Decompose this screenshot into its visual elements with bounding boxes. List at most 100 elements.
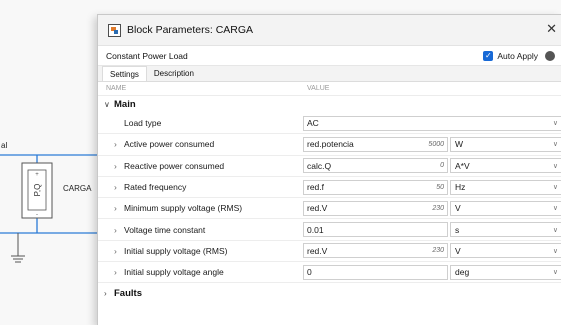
parameter-name: › Initial supply voltage angle: [98, 267, 303, 277]
evaluated-value: 0: [440, 162, 444, 170]
tab-description[interactable]: Description: [147, 66, 201, 81]
unit-select[interactable]: Hz ∨: [450, 179, 561, 195]
parameter-row: › Voltage time constant 0.01 s ∨: [98, 219, 561, 241]
value-expression: red.potencia: [307, 139, 354, 150]
chevron-right-icon[interactable]: ›: [114, 246, 124, 256]
unit-select[interactable]: V ∨: [450, 200, 561, 216]
parameter-value-input[interactable]: 0: [303, 264, 448, 280]
auto-apply-label: Auto Apply: [497, 51, 538, 61]
evaluated-value: 5000: [428, 140, 444, 148]
signal-label: al: [1, 141, 8, 150]
parameter-name: › Voltage time constant: [98, 225, 303, 235]
chevron-right-icon[interactable]: ›: [114, 139, 124, 149]
value-expression: 0: [307, 267, 312, 278]
unit-select[interactable]: A*V ∨: [450, 158, 561, 174]
load-type-select[interactable]: AC ∨: [303, 115, 561, 131]
dialog-titlebar[interactable]: Block Parameters: CARGA ✕: [98, 15, 561, 46]
parameter-label: Initial supply voltage (RMS): [124, 245, 228, 256]
unit-select[interactable]: deg ∨: [450, 264, 561, 280]
unit-select[interactable]: s ∨: [450, 222, 561, 238]
parameter-label: Load type: [124, 118, 162, 129]
chevron-down-icon[interactable]: ∨: [553, 162, 558, 170]
unit-value: W: [455, 139, 464, 150]
unit-select[interactable]: W ∨: [450, 136, 561, 152]
evaluated-value: 50: [436, 183, 444, 191]
chevron-right-icon[interactable]: ›: [114, 161, 124, 171]
unit-value: s: [455, 224, 460, 235]
tab-settings[interactable]: Settings: [102, 66, 147, 81]
unit-value: V: [455, 245, 461, 256]
chevron-right-icon[interactable]: ›: [114, 225, 124, 235]
svg-text:P,Q: P,Q: [33, 184, 42, 197]
evaluated-value: 230: [432, 247, 444, 255]
parameter-label: Voltage time constant: [124, 224, 206, 235]
parameter-value-input[interactable]: calc.Q 0: [303, 158, 448, 174]
column-header-name: NAME: [106, 85, 127, 92]
chevron-down-icon[interactable]: ∨: [553, 119, 558, 127]
value-expression: calc.Q: [307, 160, 332, 171]
section-faults[interactable]: › Faults: [98, 283, 561, 303]
help-icon[interactable]: [545, 51, 555, 61]
parameter-row: › Reactive power consumed calc.Q 0 A*V ∨: [98, 156, 561, 177]
block-type-label: Constant Power Load: [106, 50, 188, 61]
parameter-name: › Rated frequency: [98, 182, 303, 192]
parameter-name: Load type: [98, 118, 303, 128]
block-parameters-icon: [108, 23, 121, 37]
parameter-label: Minimum supply voltage (RMS): [124, 203, 243, 214]
value-expression: 0.01: [307, 224, 324, 235]
checkbox-checked-icon[interactable]: ✓: [483, 51, 494, 61]
dialog-title: Block Parameters: CARGA: [127, 24, 254, 36]
parameter-name: › Minimum supply voltage (RMS): [98, 203, 303, 213]
unit-value: Hz: [455, 182, 466, 193]
close-icon[interactable]: ✕: [546, 21, 557, 37]
chevron-down-icon[interactable]: ∨: [553, 226, 558, 234]
column-header-value: VALUE: [307, 85, 330, 92]
chevron-down-icon[interactable]: ∨: [104, 100, 114, 109]
chevron-down-icon[interactable]: ∨: [553, 204, 558, 212]
parameter-row: › Active power consumed red.potencia 5000 W ∨: [98, 134, 561, 156]
select-value: AC: [307, 118, 319, 129]
tab-bar: Settings Description: [98, 66, 561, 82]
parameter-list: Load type AC ∨ › Active power consumed red.po…: [98, 113, 561, 284]
value-expression: red.f: [307, 182, 325, 193]
parameter-name: › Active power consumed: [98, 139, 303, 149]
section-title: Faults: [114, 287, 142, 299]
parameter-name: › Initial supply voltage (RMS): [98, 246, 303, 256]
chevron-down-icon[interactable]: ∨: [553, 247, 558, 255]
parameter-row: › Rated frequency red.f 50 Hz ∨: [98, 177, 561, 199]
unit-value: deg: [455, 267, 470, 278]
unit-value: A*V: [455, 160, 470, 171]
evaluated-value: 230: [432, 204, 444, 212]
svg-text:+: +: [35, 172, 39, 178]
parameter-value-input[interactable]: red.potencia 5000: [303, 136, 448, 152]
parameter-value-input[interactable]: red.V 230: [303, 243, 448, 259]
chevron-right-icon[interactable]: ›: [104, 289, 114, 298]
section-title: Main: [114, 99, 136, 110]
chevron-right-icon[interactable]: ›: [114, 182, 124, 192]
parameter-row: › Initial supply voltage angle 0 deg ∨: [98, 262, 561, 284]
chevron-right-icon[interactable]: ›: [114, 203, 124, 213]
block-parameters-dialog: Block Parameters: CARGA ✕ Constant Power…: [97, 14, 561, 325]
section-main[interactable]: ∨ Main: [98, 96, 561, 113]
block-name-label[interactable]: CARGA: [63, 184, 91, 193]
chevron-right-icon[interactable]: ›: [114, 267, 124, 277]
chevron-down-icon[interactable]: ∨: [553, 140, 558, 148]
value-expression: red.V: [307, 203, 328, 214]
parameter-value-input[interactable]: red.V 230: [303, 200, 448, 216]
parameter-label: Active power consumed: [124, 139, 215, 150]
column-headers: NAME VALUE: [98, 82, 561, 96]
unit-value: V: [455, 203, 461, 214]
parameter-row: Load type AC ∨: [98, 113, 561, 135]
chevron-down-icon[interactable]: ∨: [553, 183, 558, 191]
svg-text:-: -: [36, 212, 38, 218]
unit-select[interactable]: V ∨: [450, 243, 561, 259]
parameter-value-input[interactable]: red.f 50: [303, 179, 448, 195]
parameter-row: › Minimum supply voltage (RMS) red.V 230 V ∨: [98, 198, 561, 220]
parameter-value-input[interactable]: 0.01: [303, 222, 448, 238]
chevron-down-icon[interactable]: ∨: [553, 268, 558, 276]
parameter-name: › Reactive power consumed: [98, 161, 303, 171]
auto-apply-toggle[interactable]: ✓ Auto Apply: [483, 51, 555, 61]
parameter-label: Initial supply voltage angle: [124, 267, 224, 278]
value-expression: red.V: [307, 245, 328, 256]
parameter-label: Reactive power consumed: [124, 160, 225, 171]
